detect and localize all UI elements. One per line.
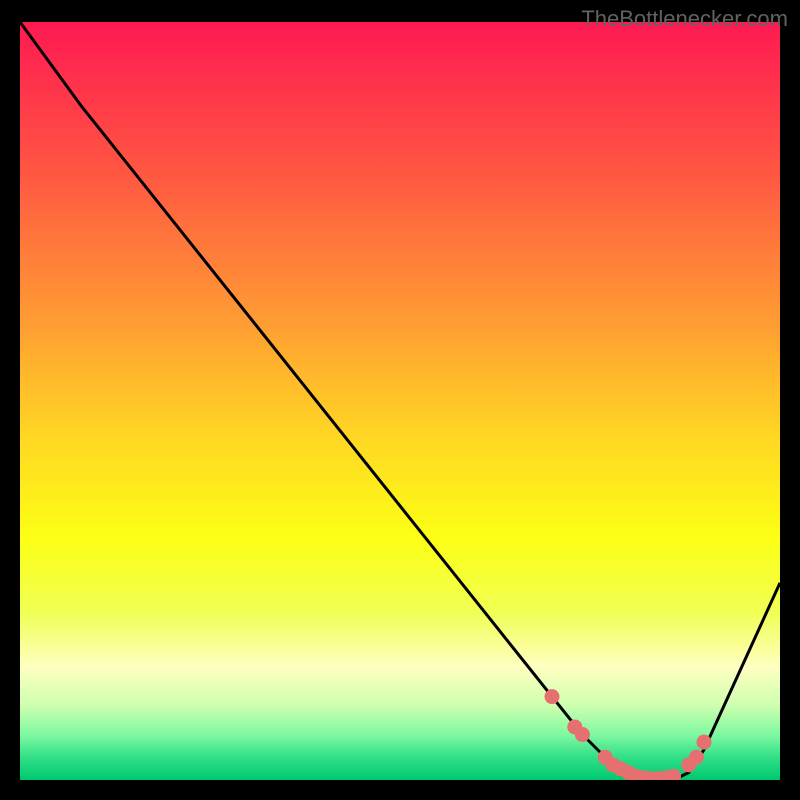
watermark-text: TheBottlenecker.com bbox=[581, 6, 788, 32]
chart-area bbox=[20, 22, 780, 780]
scatter-dots bbox=[20, 22, 780, 780]
